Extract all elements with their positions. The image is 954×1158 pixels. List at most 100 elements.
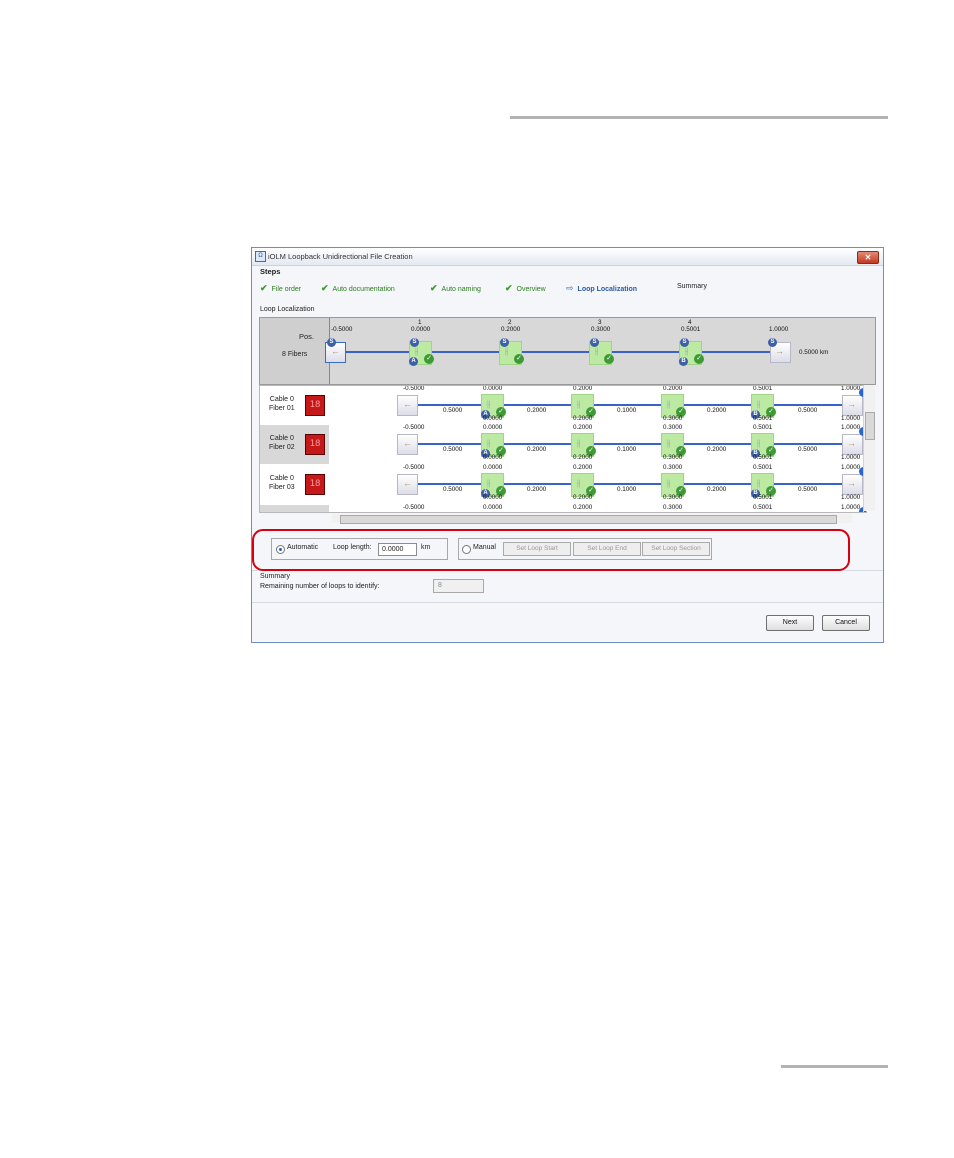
splice-icon: ⫲ xyxy=(757,478,761,489)
title-bar[interactable]: Ω iOLM Loopback Unidirectional File Crea… xyxy=(252,248,883,266)
position-label: 0.3000 xyxy=(663,464,683,471)
span-length: 0.2000 xyxy=(527,407,547,414)
horizontal-scrollbar[interactable] xyxy=(332,514,852,524)
remaining-loops-field: 8 xyxy=(433,579,484,593)
summary-heading: Summary xyxy=(260,573,290,580)
position-label-bottom: 0.0000 xyxy=(483,454,503,461)
fiber-row-header[interactable]: Cable 018 xyxy=(260,505,329,512)
end-point[interactable]: → xyxy=(842,395,863,416)
column-number: 3 xyxy=(598,319,602,326)
arrow-left-icon: ← xyxy=(403,399,412,409)
step-summary[interactable]: Summary xyxy=(677,283,707,290)
splice-icon: ⫲ xyxy=(667,478,671,489)
footer-rule xyxy=(781,1065,888,1068)
check-icon: ✔ xyxy=(260,283,268,293)
position-label: 1.0000 xyxy=(841,385,861,392)
badge-icon: S xyxy=(410,338,419,347)
badge-icon: S xyxy=(500,338,509,347)
arrow-left-icon: ← xyxy=(403,438,412,448)
set-loop-start-button[interactable]: Set Loop Start xyxy=(503,542,571,556)
scroll-thumb[interactable] xyxy=(340,515,837,524)
column-number: 4 xyxy=(688,319,692,326)
fiber-length: 0.5000 km xyxy=(799,349,829,356)
position-label-bottom: 0.5001 xyxy=(753,494,773,501)
position-label-bottom: 0.3000 xyxy=(663,454,683,461)
launch-point[interactable]: ← xyxy=(397,434,418,455)
position-label: 1.0000 xyxy=(841,424,861,431)
arrow-left-icon: ← xyxy=(331,346,340,356)
loop-length-label: Loop length: xyxy=(333,544,372,551)
splice-icon: ⫲ xyxy=(595,346,599,357)
fiber-lane: -0.5000 0.0000 0.2000 0.2000 0.5001 1.0000 ← → ⫲… xyxy=(320,385,866,425)
position-label-bottom: 0.5001 xyxy=(753,415,773,422)
fiber-name-line: Cable 0 xyxy=(269,475,294,482)
close-button[interactable]: ✕ xyxy=(857,251,879,264)
manual-radio[interactable] xyxy=(462,545,471,554)
set-loop-end-button[interactable]: Set Loop End xyxy=(573,542,641,556)
step-file-order[interactable]: ✔ File order xyxy=(260,283,301,294)
separator xyxy=(252,570,883,571)
span-length: 0.2000 xyxy=(707,486,727,493)
end-point[interactable]: → xyxy=(842,474,863,495)
splice-icon: ⫲ xyxy=(487,478,491,489)
window-title: iOLM Loopback Unidirectional File Creati… xyxy=(268,252,413,261)
position-label-bottom: 1.0000 xyxy=(841,415,861,422)
next-button[interactable]: Next xyxy=(766,615,814,631)
span-length: 0.2000 xyxy=(707,446,727,453)
splice-icon: ⫲ xyxy=(487,399,491,410)
position-label: 0.5001 xyxy=(753,424,773,431)
cancel-button[interactable]: Cancel xyxy=(822,615,870,631)
loop-length-input[interactable]: 0.0000 xyxy=(378,543,417,556)
manual-label: Manual xyxy=(473,544,496,551)
position-label-bottom: 0.2000 xyxy=(573,415,593,422)
vertical-scrollbar[interactable] xyxy=(863,385,875,511)
step-overview[interactable]: ✔ Overview xyxy=(505,283,546,294)
app-icon: Ω xyxy=(255,251,266,262)
fiber-row-header[interactable]: Cable 0 Fiber 03 18 xyxy=(260,465,329,504)
automatic-radio[interactable] xyxy=(276,545,285,554)
arrow-right-icon: → xyxy=(847,399,856,409)
arrow-right-icon: → xyxy=(847,438,856,448)
column-number: 1 xyxy=(418,319,422,326)
fiber-lane: -0.5000 0.0000 0.2000 0.3000 0.5001 1.0000 ← → ⫲… xyxy=(320,424,866,464)
position-label: 0.5001 xyxy=(753,464,773,471)
loop-length-unit: km xyxy=(421,544,431,551)
position-label: -0.5000 xyxy=(403,385,425,392)
position-label: 0.3000 xyxy=(591,326,611,333)
position-label: -0.5000 xyxy=(403,504,425,511)
position-header-panel: Pos. 8 Fibers 1 2 3 4 -0.5000 0.0000 0.2000 0.3… xyxy=(259,317,876,385)
position-label: 0.2000 xyxy=(573,464,593,471)
launch-point[interactable]: ← xyxy=(397,395,418,416)
header-lane-content: 1 2 3 4 -0.5000 0.0000 0.2000 0.3000 0.5001 1.000… xyxy=(248,319,828,366)
step-loop-localization[interactable]: ⇨ Loop Localization xyxy=(566,283,637,294)
span-length: 0.1000 xyxy=(617,446,637,453)
position-label-bottom: 1.0000 xyxy=(841,454,861,461)
step-auto-documentation[interactable]: ✔ Auto documentation xyxy=(321,283,395,294)
check-icon: ✔ xyxy=(430,283,438,293)
set-loop-section-button[interactable]: Set Loop Section xyxy=(642,542,710,556)
check-icon: ✔ xyxy=(505,283,513,293)
splice-icon: ⫲ xyxy=(577,478,581,489)
launch-point[interactable]: ← xyxy=(397,474,418,495)
position-label-bottom: 1.0000 xyxy=(841,494,861,501)
position-label: 0.2000 xyxy=(663,385,683,392)
fiber-row-header[interactable]: Cable 0 Fiber 02 18 xyxy=(260,425,329,464)
fiber-name-line: Cable 0 xyxy=(269,396,294,403)
fiber-grid[interactable]: Cable 0 Fiber 01 18 -0.5000 0.0000 0.2000 0.20… xyxy=(259,385,867,513)
scroll-thumb[interactable] xyxy=(865,412,875,440)
position-label-bottom: 0.5001 xyxy=(753,454,773,461)
position-label: 0.0000 xyxy=(483,385,503,392)
arrow-right-icon: → xyxy=(775,346,784,356)
fiber-trace-line xyxy=(337,351,783,353)
fiber-row-header[interactable]: Cable 0 Fiber 01 18 xyxy=(260,386,329,425)
position-label: 0.3000 xyxy=(663,504,683,511)
arrow-right-icon: ⇨ xyxy=(566,283,574,293)
end-point[interactable]: → xyxy=(842,434,863,455)
span-length: 0.5000 xyxy=(443,486,463,493)
step-auto-naming[interactable]: ✔ Auto naming xyxy=(430,283,481,294)
position-label-bottom: 0.0000 xyxy=(483,494,503,501)
span-length: 0.2000 xyxy=(527,486,547,493)
position-label-bottom: 0.0000 xyxy=(483,415,503,422)
fiber-trace-line xyxy=(409,443,855,445)
separator xyxy=(252,602,883,603)
